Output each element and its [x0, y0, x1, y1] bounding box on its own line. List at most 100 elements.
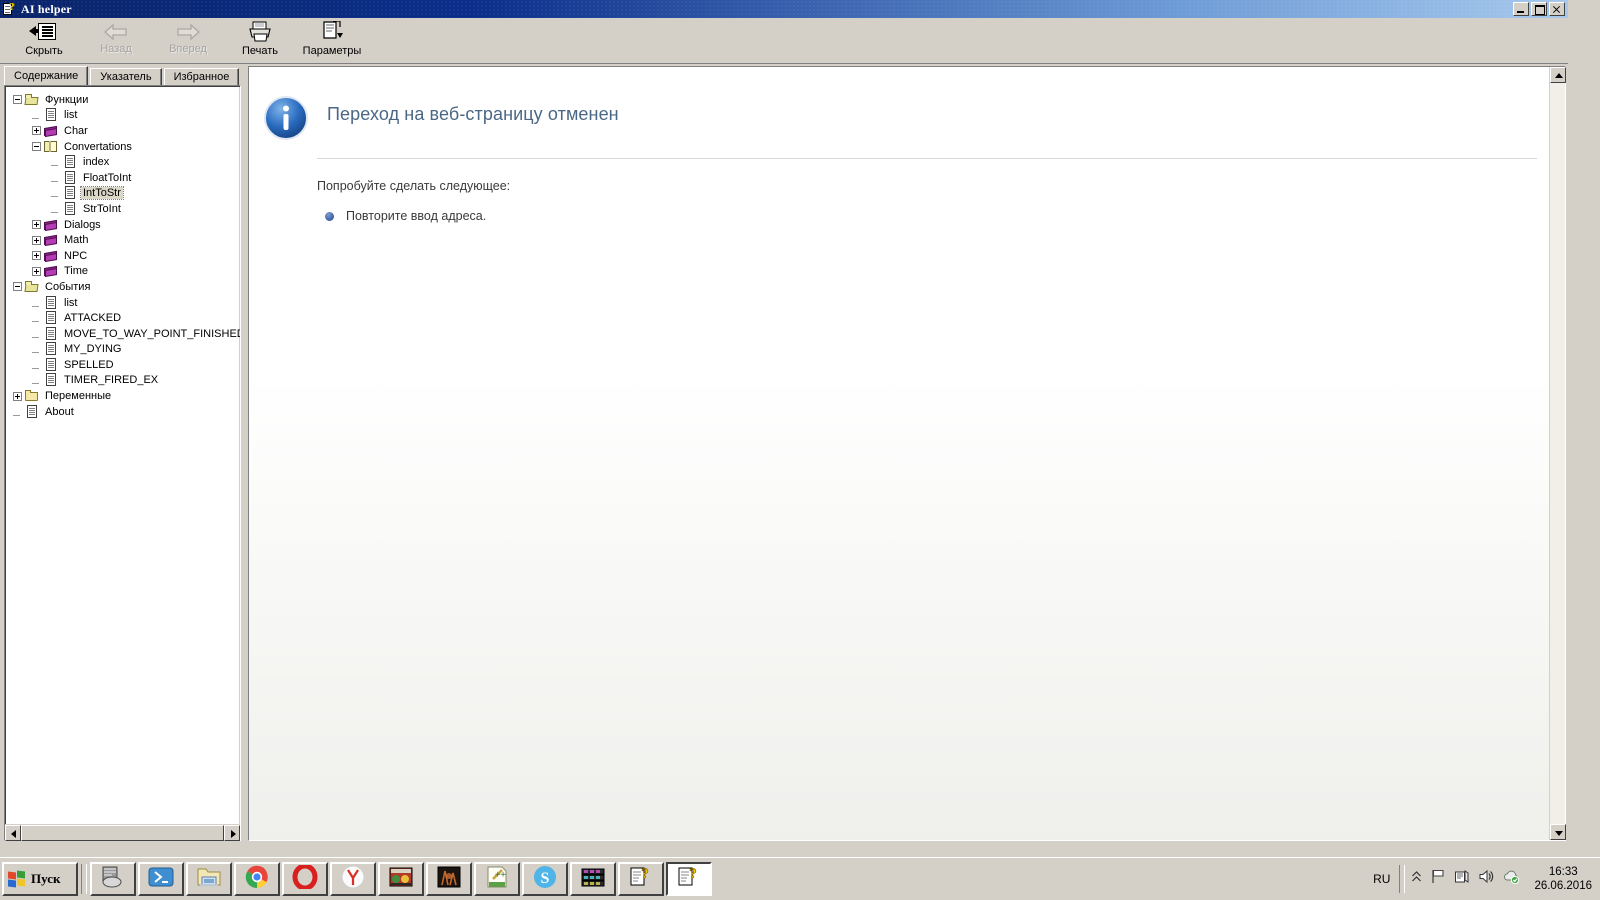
options-icon [316, 21, 348, 43]
opera-icon [292, 863, 318, 894]
tree-hscroll-track[interactable] [21, 825, 224, 841]
tree-item-time[interactable]: Time [13, 264, 240, 280]
help-document-icon: ? [628, 865, 654, 894]
tree-item-npc[interactable]: NPC [13, 248, 240, 264]
chevron-up-icon[interactable] [1411, 870, 1422, 889]
update-icon[interactable] [1503, 869, 1520, 889]
tree-item-spelled[interactable]: SPELLED [13, 357, 240, 373]
title-bar[interactable]: ? AI helper [0, 0, 1568, 18]
tree-item-list[interactable]: list [13, 108, 240, 124]
tree-item-dialogs[interactable]: Dialogs [13, 217, 240, 233]
network-icon[interactable] [1454, 869, 1469, 889]
close-button[interactable] [1549, 2, 1565, 16]
expand-icon[interactable] [32, 266, 41, 276]
task-button-help-1[interactable]: ? [618, 862, 664, 896]
scroll-left-button[interactable] [5, 825, 21, 841]
task-button-powershell[interactable] [138, 862, 184, 896]
tree-item-my-dying[interactable]: MY_DYING [13, 342, 240, 358]
skype-icon: S [532, 865, 558, 894]
scroll-right-button[interactable] [224, 825, 240, 841]
collapse-icon[interactable] [32, 142, 41, 152]
tree-item-index[interactable]: index [13, 154, 240, 170]
expand-icon[interactable] [32, 220, 41, 230]
tree-leaf-connector [32, 376, 44, 385]
expand-icon[interactable] [32, 235, 41, 245]
tree-item--[interactable]: Переменные [13, 388, 240, 404]
task-button-opera[interactable] [282, 862, 328, 896]
clock[interactable]: 16:33 26.06.2016 [1528, 865, 1596, 893]
task-button-chrome[interactable] [234, 862, 280, 896]
tab-index[interactable]: Указатель [90, 68, 162, 85]
language-indicator[interactable]: RU [1364, 872, 1399, 886]
tree-item-math[interactable]: Math [13, 232, 240, 248]
scroll-down-button[interactable] [1550, 824, 1566, 840]
tree-item-timer-fired-ex[interactable]: TIMER_FIRED_EX [13, 373, 240, 389]
tree-leaf-connector [51, 158, 63, 167]
minimize-button[interactable] [1513, 2, 1529, 16]
expand-icon[interactable] [13, 391, 22, 401]
content-vertical-scrollbar[interactable] [1549, 67, 1566, 840]
tree-item-label: About [45, 405, 74, 418]
maximize-button[interactable] [1531, 2, 1547, 16]
start-button-label: Пуск [31, 871, 61, 886]
taskbar-separator [81, 864, 87, 894]
svg-text:++: ++ [495, 870, 506, 880]
toolbar-button-forward[interactable]: Вперед [152, 18, 224, 62]
tree-item-move-to-way-point-finished[interactable]: MOVE_TO_WAY_POINT_FINISHED [13, 326, 240, 342]
task-button-unknown-grey[interactable] [90, 862, 136, 896]
tree-item-inttostr[interactable]: IntToStr [13, 186, 240, 202]
tab-favorites[interactable]: Избранное [163, 68, 240, 85]
tree-item-floattoint[interactable]: FloatToInt [13, 170, 240, 186]
tree-leaf-connector [32, 314, 44, 323]
toolbar-button-back[interactable]: Назад [80, 18, 152, 62]
expand-icon[interactable] [32, 126, 41, 136]
tree-item--[interactable]: Функции [13, 92, 240, 108]
tree-hscroll-thumb[interactable] [21, 825, 224, 841]
task-button-help-2[interactable]: ? [666, 862, 712, 896]
tree-item-convertations[interactable]: Convertations [13, 139, 240, 155]
scroll-up-button[interactable] [1550, 67, 1566, 83]
tab-index-label: Указатель [100, 71, 152, 83]
tree-item-char[interactable]: Char [13, 123, 240, 139]
tree-item--[interactable]: События [13, 279, 240, 295]
volume-icon[interactable] [1478, 869, 1494, 889]
error-header: Переход на веб-страницу отменен [249, 95, 1549, 141]
tree-horizontal-scrollbar[interactable] [5, 824, 240, 841]
content-vscroll-track[interactable] [1550, 83, 1565, 824]
start-button[interactable]: Пуск [2, 862, 78, 896]
svg-text:?: ? [689, 866, 697, 882]
task-button-skype[interactable]: S [522, 862, 568, 896]
folder-open-icon [24, 280, 39, 294]
expand-icon[interactable] [32, 251, 41, 261]
collapse-icon[interactable] [13, 282, 22, 292]
tab-contents[interactable]: Содержание [4, 66, 89, 85]
page-icon [63, 201, 77, 216]
tree-item-label: FloatToInt [83, 171, 132, 184]
contents-tree[interactable]: Функции list Char Convertations index FloatTo… [5, 86, 240, 824]
task-button-winrar[interactable] [570, 862, 616, 896]
task-button-explorer[interactable] [186, 862, 232, 896]
help-document-icon: ? [676, 865, 702, 894]
task-button-game-dark[interactable] [426, 862, 472, 896]
tree-item-label: MOVE_TO_WAY_POINT_FINISHED [64, 327, 240, 340]
tree-item-label: Char [64, 124, 88, 137]
book-icon [44, 264, 58, 278]
flag-icon[interactable] [1431, 869, 1445, 889]
error-document: Переход на веб-страницу отменен Попробуй… [249, 67, 1549, 840]
collapse-icon[interactable] [13, 95, 22, 105]
toolbar-button-print[interactable]: Печать [224, 18, 296, 62]
tray-icons [1409, 869, 1528, 889]
tree-item-about[interactable]: About [13, 404, 240, 420]
window-controls [1513, 2, 1567, 16]
toolbar-button-options[interactable]: Параметры [296, 18, 368, 62]
tree-item-list[interactable]: list [13, 295, 240, 311]
task-button-notepadpp[interactable]: ++ [474, 862, 520, 896]
task-button-game-editor[interactable] [378, 862, 424, 896]
info-icon [263, 95, 309, 141]
tree-item-label: index [83, 156, 110, 169]
tree-item-strtoint[interactable]: StrToInt [13, 201, 240, 217]
toolbar-button-hide[interactable]: Скрыть [8, 18, 80, 62]
tree-item-label: IntToStr [80, 186, 124, 201]
tree-item-attacked[interactable]: ATTACKED [13, 310, 240, 326]
task-button-yandex[interactable] [330, 862, 376, 896]
